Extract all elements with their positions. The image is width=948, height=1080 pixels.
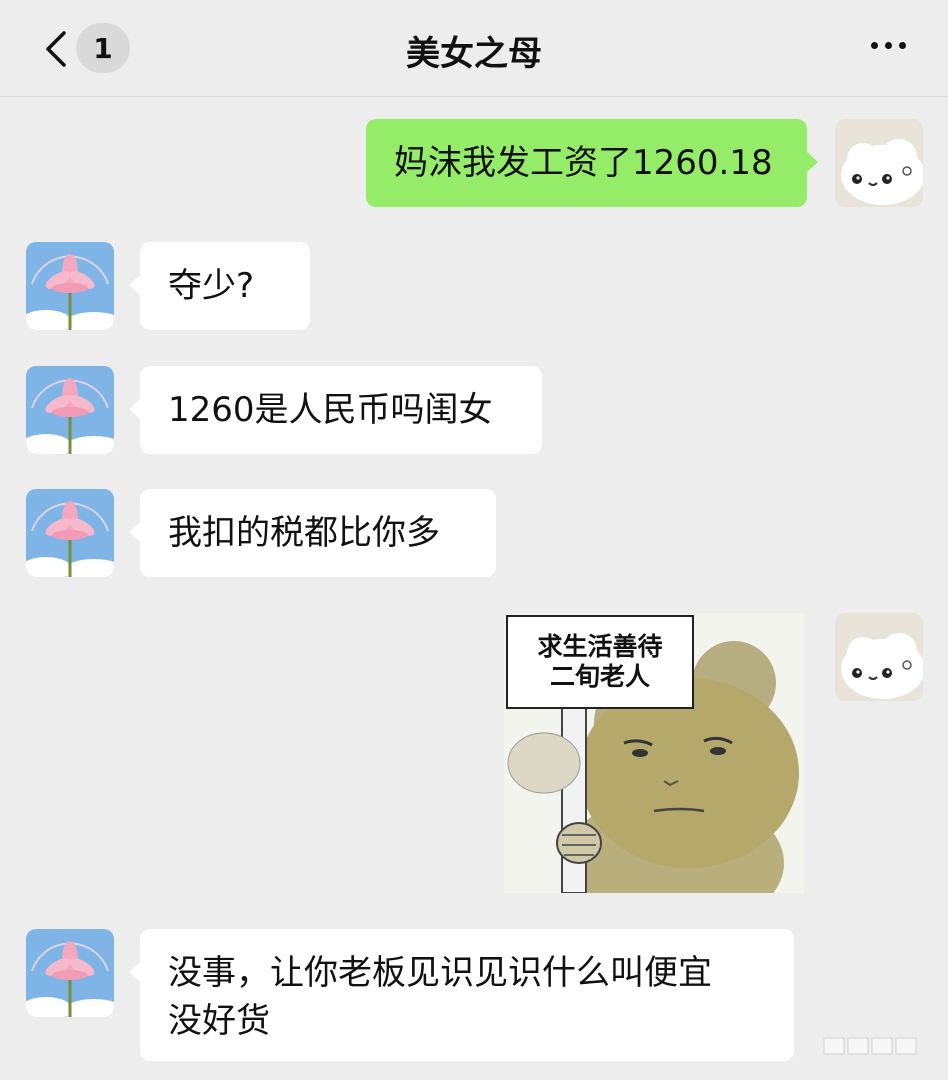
sticker-sign-line-2: 二旬老人 [549,662,650,691]
contact-avatar[interactable] [26,366,114,454]
more-dots-icon[interactable] [871,42,906,49]
lotus-sky-avatar-icon [26,489,114,577]
top-bar: 1 美女之母 [0,0,948,97]
received-message-bubble[interactable]: 我扣的税都比你多 [129,489,496,577]
received-message-bubble[interactable]: 夺少? [129,242,310,330]
sent-message-bubble[interactable]: 妈沫我发工资了1260.18 [366,119,818,207]
chat-title: 美女之母 [406,34,542,74]
received-message-bubble[interactable]: 没事，让你老板见识见识什么叫便宜 没好货 [129,929,794,1061]
contact-avatar[interactable] [26,489,114,577]
received-message-bubble[interactable]: 1260是人民币吗闺女 [129,366,542,454]
sticker-message[interactable]: 求生活善待 二旬老人 [504,613,804,893]
sticker-sign: 求生活善待 二旬老人 [506,615,694,709]
white-fluffy-creature-avatar-icon [835,119,923,207]
white-fluffy-creature-avatar-icon [835,613,923,701]
lotus-sky-avatar-icon [26,366,114,454]
lotus-sky-avatar-icon [26,242,114,330]
sticker-sign-line-1: 求生活善待 [537,632,663,661]
self-avatar[interactable] [835,119,923,207]
watermark-logo-icon [823,1037,917,1055]
contact-avatar[interactable] [26,929,114,1017]
self-avatar[interactable] [835,613,923,701]
lotus-sky-avatar-icon [26,929,114,1017]
contact-avatar[interactable] [26,242,114,330]
